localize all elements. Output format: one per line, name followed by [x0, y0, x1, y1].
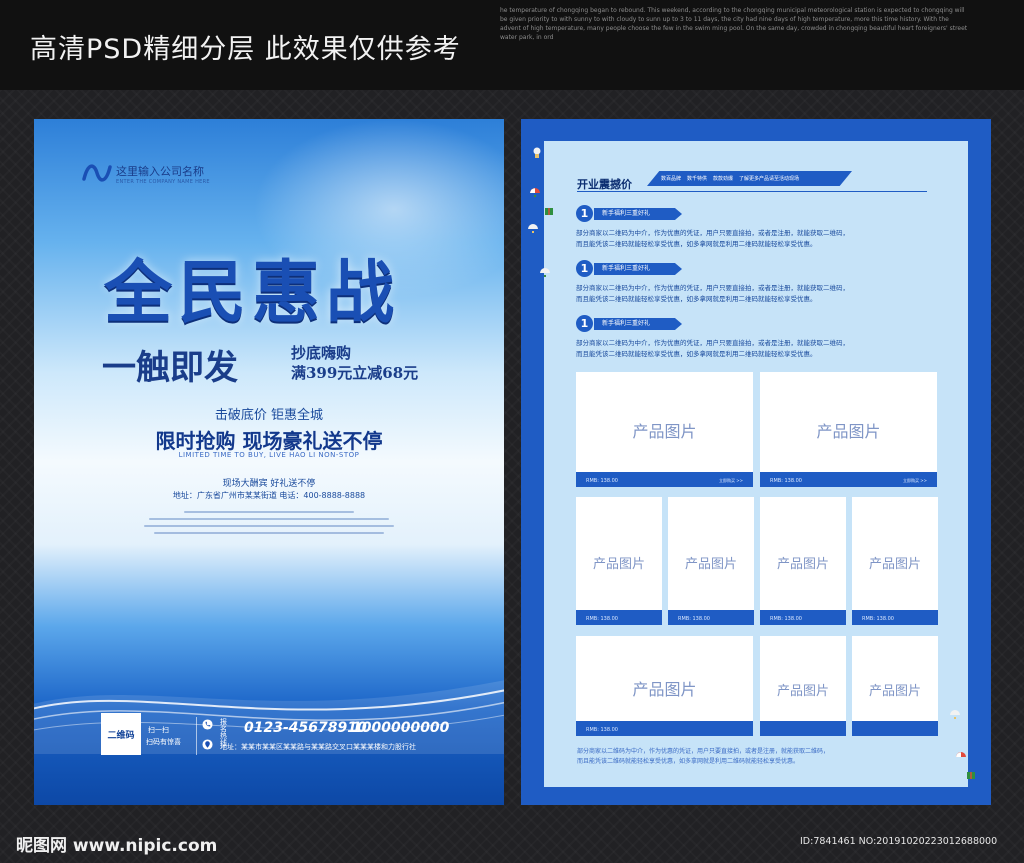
product-price: RMB: 138.00 [862, 616, 894, 622]
parachute-icon [540, 268, 550, 277]
product-image-label: 产品图片 [632, 422, 697, 441]
logo-wave-icon [82, 164, 112, 182]
product-price-bar [852, 721, 938, 736]
benefit-tag: 新手福利三重好礼 [594, 208, 682, 220]
party-text: 现场大酬宾 好礼送不停 [222, 479, 316, 489]
scan-text-2: 扫码有惊喜 [146, 738, 181, 746]
product-image-label: 产品图片 [776, 684, 829, 699]
benefit-number: 1 [576, 205, 593, 222]
product-price: RMB: 138.00 [586, 478, 618, 484]
watermark-site: 昵图网 www.nipic.com [16, 836, 218, 856]
back-flyer: 开业震撼价 数百品牌 数千特供 款款劲爆 了解更多产品请至活动现场 1 新手福利… [521, 119, 991, 805]
benefit-number: 1 [576, 260, 593, 277]
headline: 全民惠战 [104, 253, 401, 333]
product-card[interactable]: 产品图片 [760, 636, 846, 736]
benefit-text: 部分商家以二维码为中介，作为优惠的凭证，用户只要直接拍，或者是注册，就能获取二维… [576, 284, 849, 292]
header-title: 高清PSD精细分层 此效果仅供参考 [30, 34, 461, 65]
product-card[interactable]: 产品图片 RMB: 138.00 [668, 497, 754, 625]
benefit-text: 部分商家以二维码为中介，作为优惠的凭证，用户只要直接拍，或者是注册，就能获取二维… [576, 339, 849, 347]
bottom-address: 地址：某某市某某区某某路与某某路交叉口某某某楼和力股行社 [220, 743, 416, 751]
product-price: RMB: 138.00 [770, 478, 802, 484]
benefit-number: 1 [576, 315, 593, 332]
parachute-icon [956, 752, 966, 757]
benefit-tag: 新手福利三重好礼 [594, 263, 682, 275]
product-price-bar [760, 721, 846, 736]
limited-slogan: 限时抢购 现场豪礼送不停 [155, 429, 383, 453]
product-price: RMB: 138.00 [678, 616, 710, 622]
benefit-text: 而且能凭该二维码就能轻松享受优惠，如多拿网就是利用二维码就能轻松享受优惠。 [576, 350, 817, 358]
product-card[interactable]: 产品图片 [852, 636, 938, 736]
product-image-label: 产品图片 [684, 557, 737, 573]
product-card[interactable]: 产品图片 RMB: 138.00 [576, 636, 753, 736]
ribbon-item: 款款劲爆 [713, 176, 734, 182]
benefit-tag: 新手福利三重好礼 [594, 318, 682, 330]
limited-slogan-en: LIMITED TIME TO BUY, LIVE HAO LI NON-STO… [178, 451, 360, 459]
benefit-text: 部分商家以二维码为中介，作为优惠的凭证，用户只要直接拍，或者是注册，就能获取二维… [576, 229, 849, 237]
ribbon-item: 了解更多产品请至活动现场 [739, 176, 800, 182]
promo-line-1: 抄底嗨购 [291, 344, 352, 362]
company-name-en: ENTER THE COMPANY NAME HERE [116, 179, 210, 185]
phone-icon [202, 719, 213, 730]
buy-link[interactable]: 立即购买 >> [903, 478, 927, 484]
strike-slogan: 击破底价 钜惠全城 [214, 408, 324, 423]
gift-box-icon [967, 772, 975, 779]
hotline-number-2: 1000000000 [352, 720, 450, 736]
footer-text: 而且能凭该二维码就能轻松享受优惠，如多拿网就是利用二维码就能轻松享受优惠。 [577, 758, 800, 765]
front-flyer: 这里输入公司名称 ENTER THE COMPANY NAME HERE 全民惠… [34, 119, 504, 805]
divider [196, 717, 197, 755]
product-image-label: 产品图片 [868, 557, 921, 573]
product-image-label: 产品图片 [868, 684, 921, 699]
parachute-icon [950, 710, 960, 719]
address-line: 地址：广东省广州市某某街道 电话：400-8888-8888 [172, 491, 366, 500]
benefit-text: 而且能凭该二维码就能轻松享受优惠，如多拿网就是利用二维码就能轻松享受优惠。 [576, 240, 817, 248]
gift-box-icon [545, 208, 553, 215]
section-rule [577, 191, 927, 192]
promo-line-2: 满399元立减68元 [291, 364, 419, 382]
product-card[interactable]: 产品图片 RMB: 138.00 立即购买 >> [576, 372, 753, 487]
product-price: RMB: 138.00 [586, 727, 618, 733]
section-title: 开业震撼价 [577, 178, 632, 191]
product-image-label: 产品图片 [816, 422, 881, 441]
product-price: RMB: 138.00 [586, 616, 618, 622]
top-header: 高清PSD精细分层 此效果仅供参考 he temperature of chon… [0, 0, 1024, 90]
ribbon-item: 数千特供 [687, 176, 708, 182]
product-card[interactable]: 产品图片 RMB: 138.00 [576, 497, 662, 625]
footer-text: 部分商家以二维码为中介，作为优惠的凭证，用户只要直接拍，或者是注册，就能获取二维… [577, 748, 830, 755]
product-image-label: 产品图片 [592, 557, 645, 573]
scan-text-1: 扫一扫 [148, 726, 169, 734]
product-image-label: 产品图片 [776, 557, 829, 573]
hotline-number: 0123-45678910 [244, 720, 367, 736]
fine-print [144, 506, 394, 539]
product-price: RMB: 138.00 [770, 616, 802, 622]
product-image-label: 产品图片 [632, 680, 697, 699]
buy-link[interactable]: 立即购买 >> [719, 478, 743, 484]
parachute-icon [530, 188, 540, 197]
section-ribbon: 数百品牌 数千特供 款款劲爆 了解更多产品请至活动现场 [647, 171, 852, 186]
watermark-id: ID:7841461 NO:20191020223012688000 [800, 836, 998, 847]
company-name: 这里输入公司名称 [116, 165, 204, 178]
product-card[interactable]: 产品图片 RMB: 138.00 立即购买 >> [760, 372, 937, 487]
header-blurb: he temperature of chongqing began to reb… [500, 7, 968, 41]
gift-balloon-icon [533, 147, 541, 158]
qr-code: 二维码 [101, 713, 141, 755]
parachute-icon [528, 224, 538, 233]
location-pin-icon [202, 739, 213, 750]
subheadline: 一触即发 [102, 348, 238, 388]
ribbon-item: 数百品牌 [661, 176, 682, 182]
product-card[interactable]: 产品图片 RMB: 138.00 [760, 497, 846, 625]
product-card[interactable]: 产品图片 RMB: 138.00 [852, 497, 938, 625]
benefit-text: 而且能凭该二维码就能轻松享受优惠，如多拿网就是利用二维码就能轻松享受优惠。 [576, 295, 817, 303]
